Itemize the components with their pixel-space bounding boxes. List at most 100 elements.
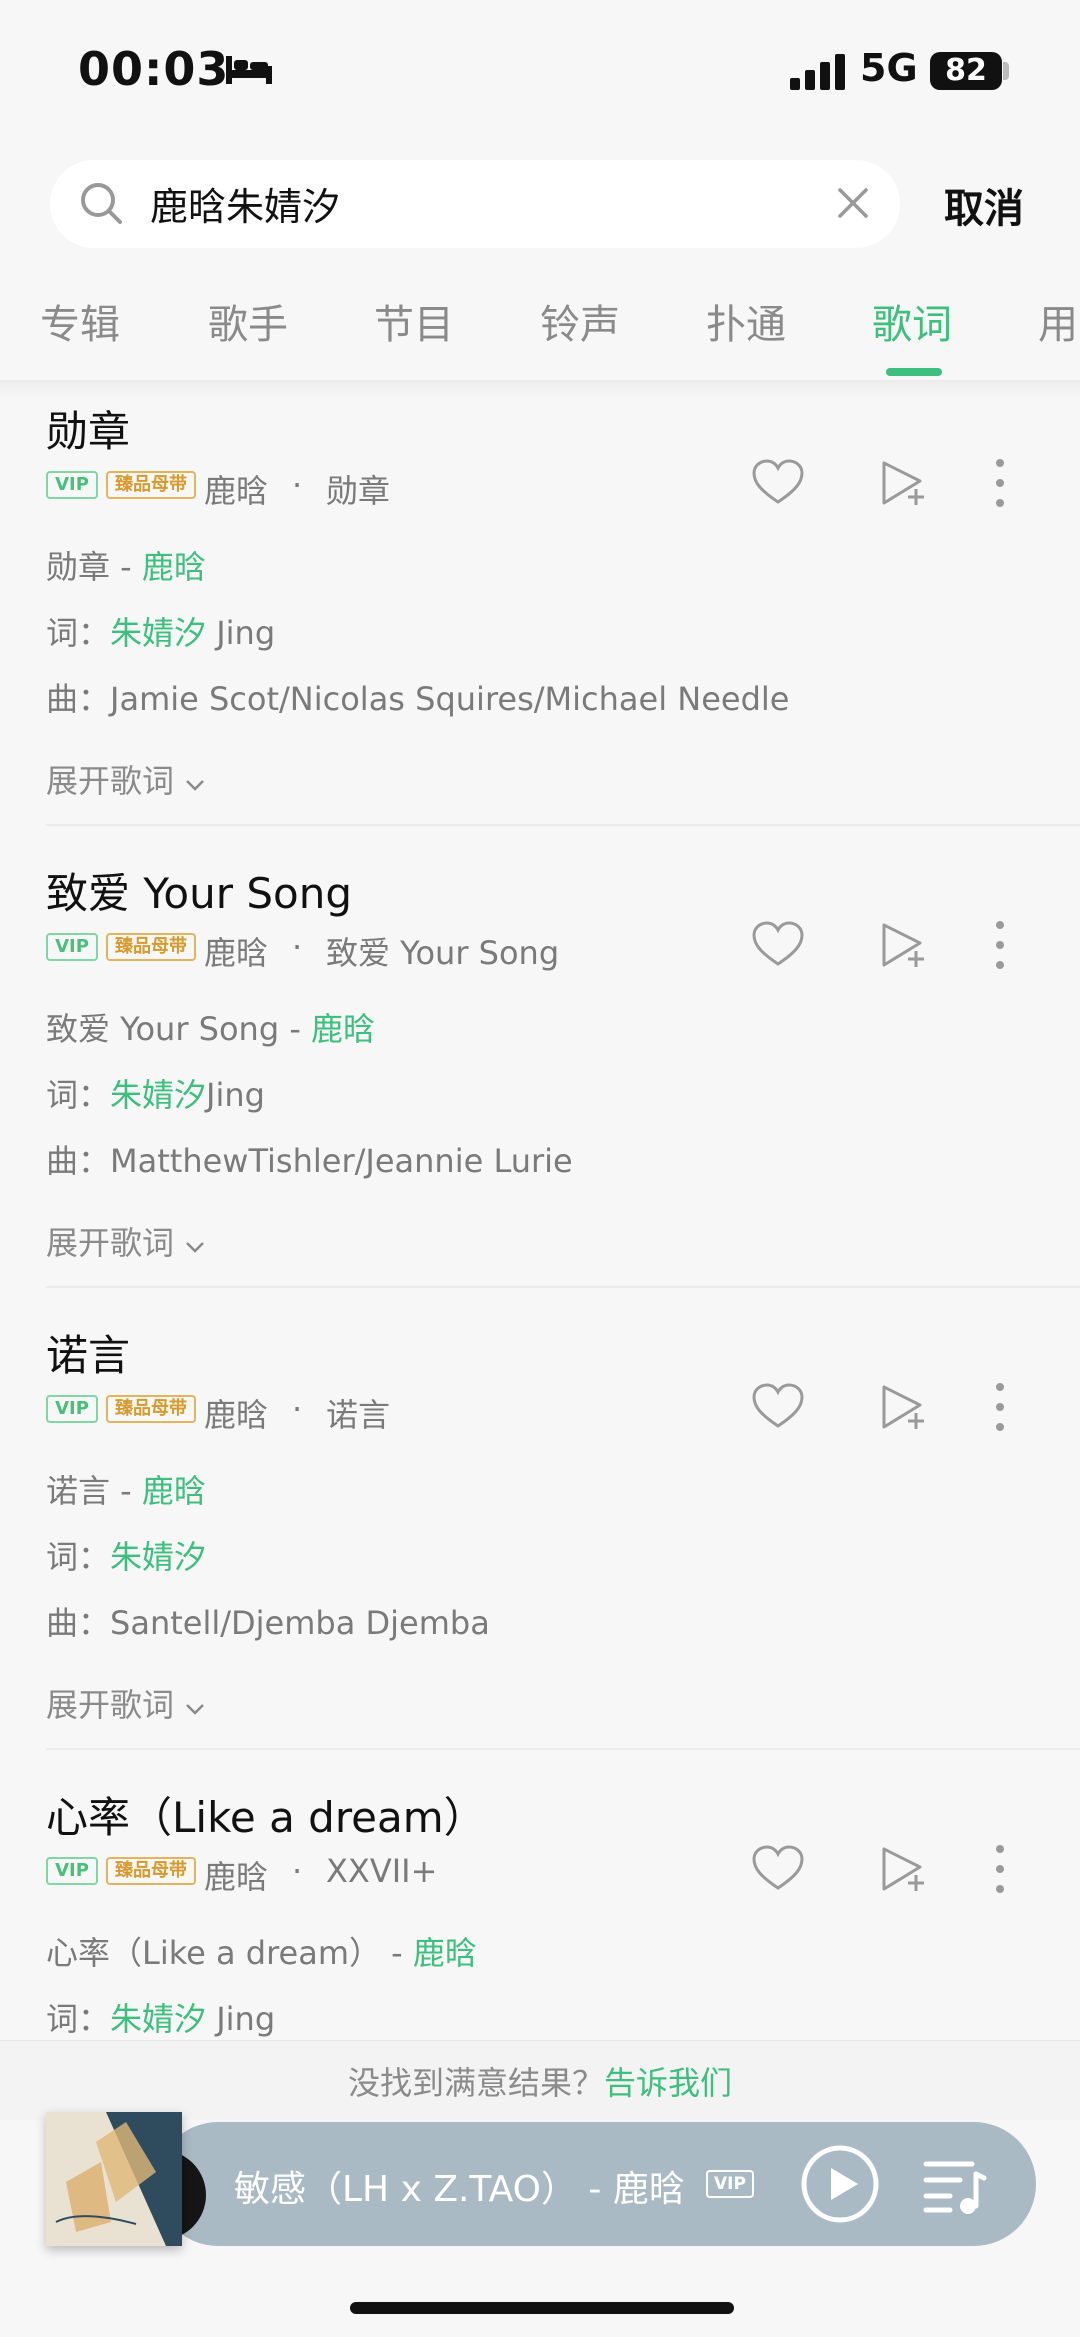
song-title[interactable]: 致爱 Your Song — [46, 860, 352, 921]
more-icon[interactable] — [972, 455, 1028, 511]
result-divider — [46, 1286, 1080, 1288]
composer-line: 曲：Jamie Scot/Nicolas Squires/Michael Nee… — [46, 674, 789, 720]
separator-dot: · — [292, 928, 303, 966]
lyricist-link[interactable]: 朱婧汐 — [110, 1538, 206, 1576]
song-title[interactable]: 勋章 — [46, 398, 130, 459]
song-artist[interactable]: 鹿晗 — [204, 928, 268, 974]
composer-label: 曲： — [46, 680, 111, 718]
lyricist-suffix: Jing — [206, 1076, 265, 1114]
lyricist-suffix: Jing — [206, 614, 276, 652]
feedback-line: 没找到满意结果？告诉我们 — [0, 2058, 1080, 2104]
lyricist-label: 词： — [46, 1538, 111, 1576]
tab-lyrics[interactable]: 歌词 — [872, 292, 952, 350]
lyric-artist-link[interactable]: 鹿晗 — [142, 1472, 206, 1510]
composer-names: Jamie Scot/Nicolas Squires/Michael Needl… — [110, 680, 790, 718]
lyricist-label: 词： — [46, 2000, 111, 2038]
composer-line: 曲：Santell/Djemba Djemba — [46, 1598, 490, 1644]
lyric-artist-link[interactable]: 鹿晗 — [413, 1934, 477, 1972]
chevron-down-icon — [186, 780, 205, 791]
song-title[interactable]: 心率（Like a dream） — [46, 1784, 486, 1845]
separator-dot: · — [292, 1852, 303, 1890]
lyricist-suffix: Jing — [206, 2000, 276, 2038]
now-playing-title[interactable]: 敏感（LH x Z.TAO） - 鹿晗 — [234, 2160, 704, 2212]
lyric-artist-link[interactable]: 鹿晗 — [142, 548, 206, 586]
lyric-title: 勋章 - — [46, 548, 142, 586]
song-album[interactable]: 勋章 — [326, 466, 390, 512]
playlist-icon[interactable] — [922, 2152, 988, 2218]
vip-badge: VIP — [46, 1395, 98, 1423]
lyricist-link[interactable]: 朱婧汐 — [110, 1076, 206, 1114]
song-artist[interactable]: 鹿晗 — [204, 1390, 268, 1436]
tab-singer[interactable]: 歌手 — [208, 292, 288, 350]
lyric-title: 心率（Like a dream） - — [46, 1934, 413, 1972]
lyric-artist-link[interactable]: 鹿晗 — [311, 1010, 375, 1048]
lyric-title-line: 诺言 - 鹿晗 — [46, 1466, 206, 1512]
heart-icon[interactable] — [750, 455, 806, 511]
heart-icon[interactable] — [750, 917, 806, 973]
song-title[interactable]: 诺言 — [46, 1322, 130, 1383]
vip-badge: VIP — [46, 933, 98, 961]
add-to-playlist-icon[interactable] — [876, 455, 932, 511]
composer-line: 曲：MatthewTishler/Jeannie Lurie — [46, 1136, 573, 1182]
expand-lyrics-button[interactable]: 展开歌词 — [46, 756, 206, 802]
composer-label: 曲： — [46, 1142, 111, 1180]
chevron-down-icon — [186, 1242, 205, 1253]
quality-badge: 臻品母带 — [106, 1857, 196, 1885]
tab-user[interactable]: 用 — [1038, 292, 1078, 350]
battery-indicator: 82 — [930, 52, 1002, 90]
heart-icon[interactable] — [750, 1379, 806, 1435]
song-album[interactable]: XXVII+ — [326, 1852, 437, 1890]
lyricist-line: 词：朱婧汐 Jing — [46, 608, 275, 654]
chevron-down-icon — [186, 1704, 205, 1715]
lyricist-label: 词： — [46, 614, 111, 652]
tab-putong[interactable]: 扑通 — [706, 292, 786, 350]
lyricist-link[interactable]: 朱婧汐 — [110, 2000, 206, 2038]
quality-badge: 臻品母带 — [106, 471, 196, 499]
composer-names: Santell/Djemba Djemba — [110, 1604, 490, 1642]
expand-label: 展开歌词 — [46, 1224, 175, 1262]
bed-icon — [226, 56, 272, 84]
separator-dot: · — [292, 466, 303, 504]
heart-icon[interactable] — [750, 1841, 806, 1897]
lyric-title: 致爱 Your Song - — [46, 1010, 312, 1048]
lyric-title-line: 勋章 - 鹿晗 — [46, 542, 206, 588]
lyricist-line: 词：朱婧汐Jing — [46, 1070, 265, 1116]
home-indicator[interactable] — [350, 2302, 734, 2314]
expand-lyrics-button[interactable]: 展开歌词 — [46, 1218, 206, 1264]
status-time: 00:03 — [78, 42, 230, 96]
lyric-title: 诺言 - — [46, 1472, 142, 1510]
song-album[interactable]: 诺言 — [326, 1390, 390, 1436]
more-icon[interactable] — [972, 1379, 1028, 1435]
song-artist[interactable]: 鹿晗 — [204, 466, 268, 512]
more-icon[interactable] — [972, 917, 1028, 973]
add-to-playlist-icon[interactable] — [876, 1841, 932, 1897]
album-cover[interactable] — [46, 2112, 182, 2246]
search-icon — [81, 183, 122, 224]
network-label: 5G — [860, 46, 918, 90]
tab-album[interactable]: 专辑 — [40, 292, 120, 350]
search-query[interactable]: 鹿晗朱婧汐 — [150, 176, 340, 231]
cancel-button[interactable]: 取消 — [944, 176, 1024, 234]
expand-lyrics-button[interactable]: 展开歌词 — [46, 1680, 206, 1726]
expand-label: 展开歌词 — [46, 762, 175, 800]
tab-ringtone[interactable]: 铃声 — [540, 292, 620, 350]
add-to-playlist-icon[interactable] — [876, 917, 932, 973]
player-vip-badge: VIP — [706, 2170, 754, 2198]
vip-badge: VIP — [46, 1857, 98, 1885]
tab-active-indicator — [886, 368, 942, 376]
clear-icon[interactable] — [836, 186, 870, 220]
lyricist-line: 词：朱婧汐 — [46, 1532, 206, 1578]
tabs-shadow — [0, 380, 1080, 398]
feedback-link[interactable]: 告诉我们 — [604, 2064, 732, 2102]
song-artist[interactable]: 鹿晗 — [204, 1852, 268, 1898]
play-icon[interactable] — [800, 2144, 880, 2224]
feedback-text: 没找到满意结果？ — [347, 2064, 604, 2102]
quality-badge: 臻品母带 — [106, 933, 196, 961]
expand-label: 展开歌词 — [46, 1686, 175, 1724]
result-divider — [46, 1748, 1080, 1750]
tab-program[interactable]: 节目 — [374, 292, 454, 350]
add-to-playlist-icon[interactable] — [876, 1379, 932, 1435]
more-icon[interactable] — [972, 1841, 1028, 1897]
lyricist-link[interactable]: 朱婧汐 — [110, 614, 206, 652]
song-album[interactable]: 致爱 Your Song — [326, 928, 559, 974]
